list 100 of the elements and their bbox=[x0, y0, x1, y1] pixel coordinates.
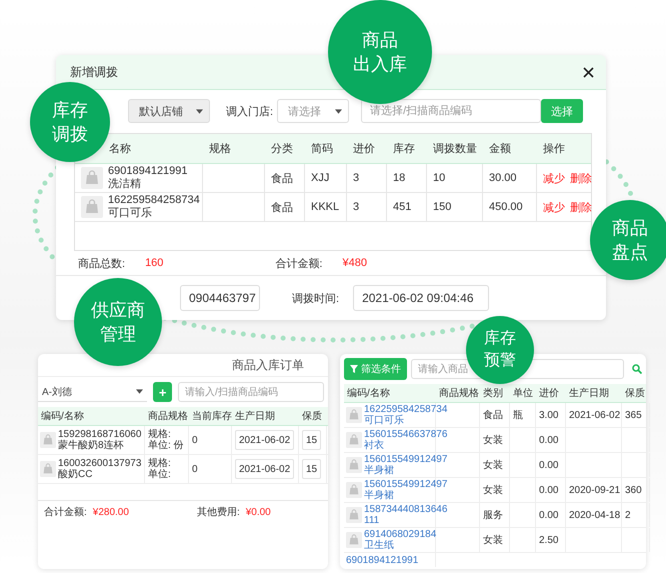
table-cell: XJJ bbox=[305, 164, 347, 192]
date-field[interactable]: 2021-06-02 bbox=[235, 430, 294, 450]
table-cell: 女装 bbox=[480, 478, 510, 502]
column-header: 操作 bbox=[542, 142, 566, 156]
column-header: 金额 bbox=[488, 142, 512, 156]
order-number-field[interactable]: 0904463797 bbox=[180, 285, 260, 311]
date-field[interactable]: 2021-06-02 bbox=[235, 459, 294, 479]
product-link[interactable]: 156015549912497 半身裙 bbox=[364, 454, 448, 476]
column-header: 保质 bbox=[301, 410, 323, 423]
summary-label: 商品总数: bbox=[78, 256, 126, 270]
table-cell: 0.00 bbox=[536, 478, 566, 502]
caret-icon bbox=[335, 108, 342, 114]
caret-icon bbox=[196, 108, 203, 114]
store-select[interactable]: 默认店铺 bbox=[128, 99, 210, 123]
search-field[interactable]: 请输入/扫描商品编码 bbox=[178, 382, 324, 402]
table-cell: 2021-06-02 bbox=[566, 403, 622, 427]
bag-icon bbox=[346, 432, 362, 448]
summary-value: ¥480 bbox=[342, 257, 367, 269]
table-cell: 365 bbox=[622, 403, 650, 427]
time-field[interactable]: 2021-06-02 09:04:46 bbox=[353, 285, 490, 311]
column-header: 规格 bbox=[208, 142, 232, 156]
supplier-select[interactable]: A-刘德 bbox=[38, 382, 148, 402]
badge-text: 库存 bbox=[52, 98, 88, 122]
column-header: 商品规格 bbox=[147, 410, 189, 423]
badge-text: 预警 bbox=[484, 351, 516, 371]
product-code[interactable]: 6901894121991 bbox=[346, 554, 418, 566]
store-select[interactable]: 请选择 bbox=[277, 99, 350, 123]
table-cell: 2.50 bbox=[536, 528, 566, 552]
table-cell: 30.00 bbox=[483, 164, 537, 192]
table-cell: 18 bbox=[387, 164, 427, 192]
column-header: 名称 bbox=[108, 142, 132, 156]
field-label: 调拨时间: bbox=[292, 292, 340, 306]
table-cell: 瓶 bbox=[510, 403, 536, 427]
action-link[interactable]: 减少 bbox=[543, 170, 565, 186]
badge-text: 库存 bbox=[484, 328, 516, 350]
filter-button[interactable]: 筛选条件 bbox=[344, 358, 407, 380]
bag-icon bbox=[81, 167, 103, 189]
column-header: 进价 bbox=[538, 386, 560, 400]
search-field[interactable]: 请选择/扫描商品编码 bbox=[361, 99, 542, 123]
table-cell: 食品 bbox=[480, 403, 510, 427]
badge-text: 商品 bbox=[612, 216, 648, 240]
product-name: 162259584258734 可口可乐 bbox=[108, 194, 200, 220]
bag-icon bbox=[40, 461, 56, 477]
bag-icon bbox=[40, 432, 56, 448]
product-name: 6901894121991 洗洁精 bbox=[108, 165, 188, 191]
product-link[interactable]: 6914068029184 卫生纸 bbox=[364, 529, 436, 551]
dialog-title: 新增调拨 bbox=[70, 64, 118, 80]
badge-text: 出入库 bbox=[353, 53, 407, 76]
shelf-life-field[interactable]: 15 bbox=[302, 459, 322, 479]
summary-label: 其他费用: bbox=[196, 506, 240, 519]
badge-text: 管理 bbox=[100, 323, 136, 346]
column-header: 分类 bbox=[270, 142, 294, 156]
summary-label: 合计金额: bbox=[44, 506, 87, 519]
bag-icon bbox=[346, 482, 362, 498]
column-header: 调拨数量 bbox=[432, 142, 478, 156]
column-header: 编码/名称 bbox=[346, 386, 391, 400]
action-link[interactable]: 删除 bbox=[570, 170, 592, 186]
action-link[interactable]: 减少 bbox=[543, 200, 565, 214]
summary-value: 160 bbox=[145, 257, 164, 269]
select-button[interactable]: 选择 bbox=[541, 99, 584, 123]
table-cell: 10 bbox=[427, 164, 483, 192]
table-cell: 食品 bbox=[265, 164, 305, 192]
column-header: 编码/名称 bbox=[40, 410, 85, 423]
bag-icon bbox=[81, 196, 103, 218]
badge-text: 盘点 bbox=[612, 241, 648, 264]
column-header: 进价 bbox=[352, 142, 376, 156]
column-header: 类别 bbox=[482, 386, 504, 400]
action-link[interactable]: 删除 bbox=[570, 200, 592, 214]
table-cell: 0 bbox=[189, 426, 232, 454]
table-cell: 2020-09-21 bbox=[566, 478, 622, 502]
product-link[interactable]: 156015546637876 衬衣 bbox=[364, 429, 448, 451]
table-cell: 2 bbox=[622, 503, 650, 527]
badge-text: 商品 bbox=[362, 28, 398, 52]
table-cell: 0.00 bbox=[536, 503, 566, 527]
badge-text: 调拨 bbox=[52, 123, 88, 146]
bag-icon bbox=[346, 532, 362, 548]
column-header: 生产日期 bbox=[234, 410, 276, 423]
table-cell: 451 bbox=[387, 193, 427, 221]
table-cell: 150 bbox=[427, 193, 483, 221]
add-button[interactable]: + bbox=[153, 382, 172, 402]
field-label: 调入门店: bbox=[226, 104, 274, 118]
close-icon[interactable] bbox=[583, 66, 594, 78]
spec-text: 规格: 单位: bbox=[148, 458, 171, 480]
product-link[interactable]: 158734440813646 111 bbox=[364, 504, 448, 526]
table-cell: KKKL bbox=[305, 193, 347, 221]
table-cell: 360 bbox=[622, 478, 650, 502]
product-link[interactable]: 162259584258734 可口可乐 bbox=[364, 404, 448, 426]
caret-icon bbox=[136, 389, 144, 394]
table-cell: 3.00 bbox=[536, 403, 566, 427]
shelf-life-field[interactable]: 15 bbox=[302, 430, 322, 450]
product-link[interactable]: 156015549912497 半身裙 bbox=[364, 479, 448, 501]
table-cell: 3 bbox=[347, 193, 387, 221]
product-name: 160032600137973 酸奶CC bbox=[58, 458, 142, 480]
column-header: 保质 bbox=[624, 386, 646, 400]
bag-icon bbox=[346, 407, 362, 423]
table-cell: 女装 bbox=[480, 453, 510, 477]
table-cell: 2020-04-18 bbox=[566, 503, 622, 527]
table-cell: 女装 bbox=[480, 528, 510, 552]
bag-icon bbox=[346, 457, 362, 473]
column-header: 单位 bbox=[512, 386, 534, 400]
